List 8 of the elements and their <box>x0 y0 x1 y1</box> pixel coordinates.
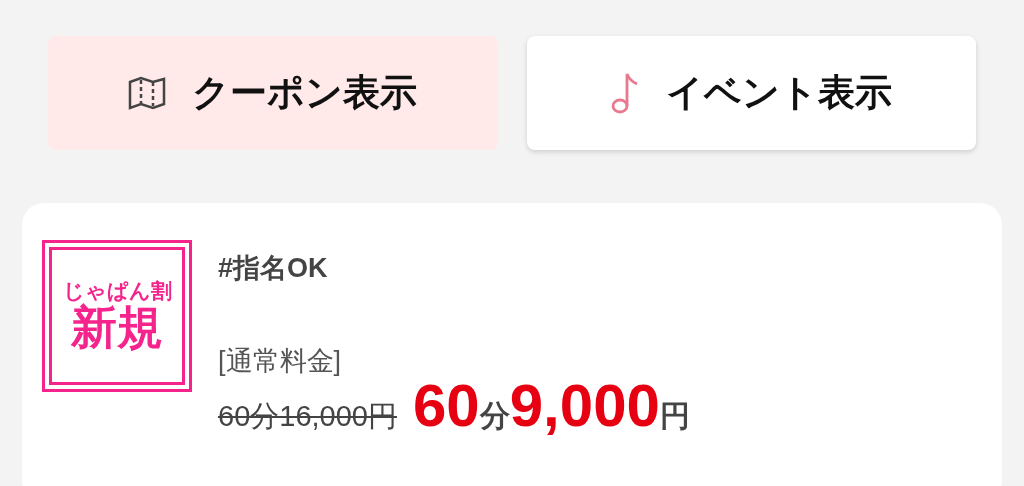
tab[interactable]: クーポン表示 <box>48 36 498 150</box>
tab[interactable]: イベント表示 <box>526 36 976 150</box>
regular-price-label: [通常料金] <box>218 346 342 377</box>
new-customer-badge: じゃぱん割 新規 <box>42 240 192 392</box>
regular-price: 60分16,000円 <box>218 399 397 435</box>
map-icon <box>128 76 167 110</box>
tag-label: #指名OK <box>218 252 329 285</box>
discount-price: 60分9,000円 <box>412 376 690 439</box>
